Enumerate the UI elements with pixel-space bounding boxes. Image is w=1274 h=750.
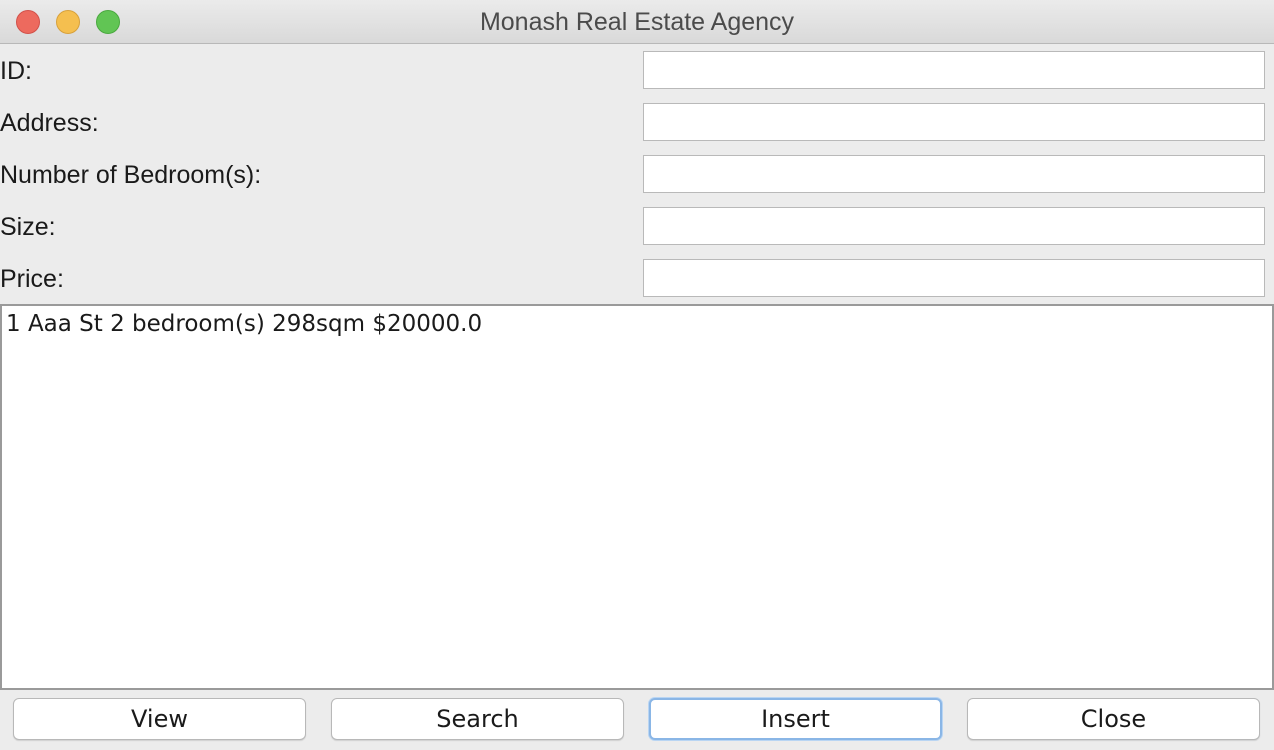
close-button[interactable]: Close xyxy=(967,698,1260,740)
bedrooms-row: Number of Bedroom(s): xyxy=(0,155,1274,195)
bedrooms-field[interactable] xyxy=(643,155,1265,193)
search-button[interactable]: Search xyxy=(331,698,624,740)
size-row: Size: xyxy=(0,207,1274,247)
id-label: ID: xyxy=(0,57,32,85)
address-label: Address: xyxy=(0,109,99,137)
id-field[interactable] xyxy=(643,51,1265,89)
size-field[interactable] xyxy=(643,207,1265,245)
bedrooms-label: Number of Bedroom(s): xyxy=(0,161,262,189)
price-row: Price: xyxy=(0,259,1274,299)
output-text-area[interactable]: 1 Aaa St 2 bedroom(s) 298sqm $20000.0 xyxy=(0,304,1274,690)
window-titlebar: Monash Real Estate Agency xyxy=(0,0,1274,44)
price-field[interactable] xyxy=(643,259,1265,297)
address-row: Address: xyxy=(0,103,1274,143)
insert-button[interactable]: Insert xyxy=(649,698,942,740)
address-field[interactable] xyxy=(643,103,1265,141)
window-title: Monash Real Estate Agency xyxy=(479,8,795,36)
price-label: Price: xyxy=(0,265,64,293)
size-label: Size: xyxy=(0,213,56,241)
id-row: ID: xyxy=(0,51,1274,91)
view-button[interactable]: View xyxy=(13,698,306,740)
